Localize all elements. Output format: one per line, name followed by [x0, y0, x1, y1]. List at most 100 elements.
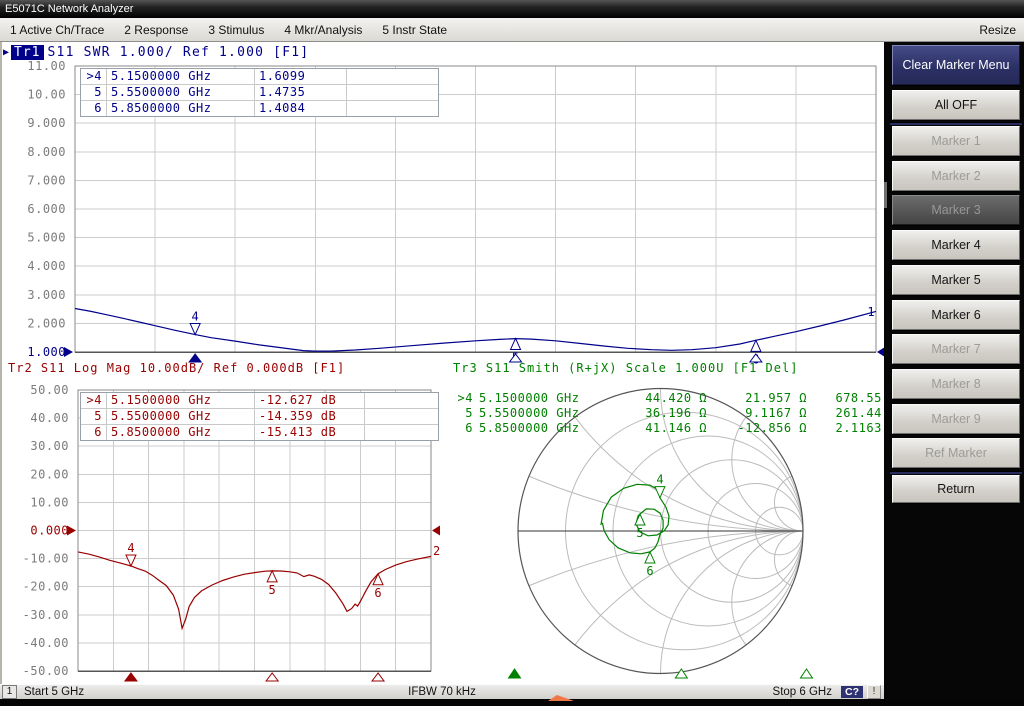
svg-text:4: 4: [127, 541, 134, 555]
marker-cell: 5: [81, 409, 107, 424]
marker-cell: 5.8500000 GHz: [107, 425, 255, 440]
svg-text:-40.00: -40.00: [23, 636, 69, 650]
marker-cell: 5.5500000 GHz: [107, 85, 255, 100]
svg-text:-20.00: -20.00: [23, 580, 69, 594]
svg-text:5: 5: [636, 526, 643, 540]
svg-text:10.00: 10.00: [27, 88, 66, 102]
marker-cell: >4: [81, 69, 107, 84]
marker-cell: >4: [81, 393, 107, 408]
menu-item-2[interactable]: 2 Response: [114, 18, 198, 41]
tr1-format-text: S11 SWR 1.000/ Ref 1.000 [F1]: [48, 45, 310, 60]
marker-row: 55.5500000 GHz1.4735: [81, 84, 438, 100]
sidebar-button-ref-marker[interactable]: Ref Marker: [892, 438, 1020, 468]
start-frequency-label: Start 5 GHz: [24, 686, 84, 698]
tr3-marker-cell: 5.8500000 GHz: [476, 421, 618, 436]
svg-text:9.000: 9.000: [27, 116, 66, 130]
sidebar-button-marker-8[interactable]: Marker 8: [892, 369, 1020, 399]
marker-cell: [365, 409, 438, 424]
menu-items: 1 Active Ch/Trace2 Response3 Stimulus4 M…: [0, 18, 457, 41]
tr2-marker-table: >45.1500000 GHz-12.627 dB55.5500000 GHz-…: [80, 392, 439, 441]
tr1-marker-table: >45.1500000 GHz1.609955.5500000 GHz1.473…: [80, 68, 439, 117]
svg-text:20.00: 20.00: [30, 467, 69, 481]
marker-row: 55.5500000 GHz-14.359 dB: [81, 408, 438, 424]
svg-text:1.000: 1.000: [27, 345, 66, 359]
marker-cell: 5: [81, 85, 107, 100]
svg-text:4.000: 4.000: [27, 259, 66, 273]
svg-text:-30.00: -30.00: [23, 608, 69, 622]
marker-cell: 6: [81, 101, 107, 116]
marker-cell: 1.4084: [255, 101, 347, 116]
tr3-marker-cell: -12.856 Ω: [710, 421, 810, 436]
marker-cell: [365, 425, 438, 440]
marker-cell: [365, 393, 438, 408]
marker-row: >45.1500000 GHz-12.627 dB: [81, 393, 438, 408]
marker-cell: 5.5500000 GHz: [107, 409, 255, 424]
sidebar-button-marker-4[interactable]: Marker 4: [892, 230, 1020, 260]
sidebar-grip[interactable]: [884, 182, 887, 208]
tr1-header: ▶ Tr1 S11 SWR 1.000/ Ref 1.000 [F1]: [3, 44, 309, 60]
tr3-header[interactable]: Tr3 S11 Smith (R+jX) Scale 1.000U [F1 De…: [453, 361, 798, 375]
sidebar-button-marker-3[interactable]: Marker 3: [892, 195, 1020, 225]
sidebar-button-return[interactable]: Return: [892, 475, 1020, 503]
menu-item-5[interactable]: 5 Instr State: [372, 18, 457, 41]
tr3-marker-cell: >4: [452, 391, 476, 406]
channel-number-box: 1: [2, 685, 17, 699]
sidebar-button-marker-9[interactable]: Marker 9: [892, 404, 1020, 434]
alert-indicator: !: [867, 685, 881, 699]
tr3-marker-cell: 6: [452, 421, 476, 436]
svg-text:6.000: 6.000: [27, 202, 66, 216]
stop-frequency-label: Stop 6 GHz: [773, 686, 832, 698]
marker-cell: -15.413 dB: [255, 425, 365, 440]
tr3-marker-cell: 5.5500000 GHz: [476, 406, 618, 421]
mouse-pointer: [548, 695, 574, 701]
tr3-marker-cell: 41.146 Ω: [618, 421, 710, 436]
sidebar-button-marker-2[interactable]: Marker 2: [892, 161, 1020, 191]
window-title: E5071C Network Analyzer: [5, 3, 133, 15]
marker-row: 65.8500000 GHz1.4084: [81, 100, 438, 116]
marker-cell: 5.1500000 GHz: [107, 393, 255, 408]
svg-text:6: 6: [646, 564, 653, 578]
tr3-marker-readout: >45.1500000 GHz44.420 Ω21.957 Ω678.55 pH…: [452, 391, 908, 436]
svg-text:30.00: 30.00: [30, 439, 69, 453]
svg-text:-50.00: -50.00: [23, 664, 69, 678]
tr3-marker-row: 55.5500000 GHz36.196 Ω9.1167 Ω261.44 pH: [452, 406, 908, 421]
menu-item-3[interactable]: 3 Stimulus: [198, 18, 274, 41]
tr3-marker-cell: 5: [452, 406, 476, 421]
sidebar-button-marker-1[interactable]: Marker 1: [892, 126, 1020, 156]
svg-text:11.00: 11.00: [27, 59, 66, 73]
bottom-strip: [0, 699, 1024, 706]
sidebar-button-marker-6[interactable]: Marker 6: [892, 300, 1020, 330]
softkey-menu-title: Clear Marker Menu: [892, 45, 1020, 85]
svg-text:2: 2: [433, 544, 440, 558]
menu-bar: 1 Active Ch/Trace2 Response3 Stimulus4 M…: [0, 18, 1024, 42]
svg-text:5.000: 5.000: [27, 231, 66, 245]
marker-cell: -14.359 dB: [255, 409, 365, 424]
svg-text:4: 4: [656, 473, 663, 487]
sidebar-button-all-off[interactable]: All OFF: [892, 90, 1020, 120]
sidebar-button-marker-5[interactable]: Marker 5: [892, 265, 1020, 295]
tr1-tag[interactable]: Tr1: [11, 45, 43, 60]
tr2-header[interactable]: Tr2 S11 Log Mag 10.00dB/ Ref 0.000dB [F1…: [8, 361, 345, 375]
svg-text:50.00: 50.00: [30, 383, 69, 397]
marker-row: 65.8500000 GHz-15.413 dB: [81, 424, 438, 440]
sidebar-button-marker-7[interactable]: Marker 7: [892, 334, 1020, 364]
svg-text:3.000: 3.000: [27, 288, 66, 302]
menu-item-4[interactable]: 4 Mkr/Analysis: [274, 18, 372, 41]
svg-text:10.00: 10.00: [30, 495, 69, 509]
marker-cell: 1.6099: [255, 69, 347, 84]
menu-item-resize[interactable]: Resize: [971, 18, 1024, 41]
marker-cell: -12.627 dB: [255, 393, 365, 408]
active-trace-arrow-icon: ▶: [3, 47, 9, 58]
menu-item-1[interactable]: 1 Active Ch/Trace: [0, 18, 114, 41]
svg-text:40.00: 40.00: [30, 411, 69, 425]
tr3-marker-cell: 9.1167 Ω: [710, 406, 810, 421]
svg-text:5: 5: [269, 583, 276, 597]
svg-text:-10.00: -10.00: [23, 552, 69, 566]
marker-cell: 1.4735: [255, 85, 347, 100]
trace-display-area: 11.0010.009.0008.0007.0006.0005.0004.000…: [2, 42, 884, 684]
marker-cell: 5.1500000 GHz: [107, 69, 255, 84]
svg-text:1: 1: [867, 305, 874, 319]
tr3-marker-cell: 44.420 Ω: [618, 391, 710, 406]
tr3-marker-cell: 5.1500000 GHz: [476, 391, 618, 406]
marker-cell: [347, 85, 438, 100]
